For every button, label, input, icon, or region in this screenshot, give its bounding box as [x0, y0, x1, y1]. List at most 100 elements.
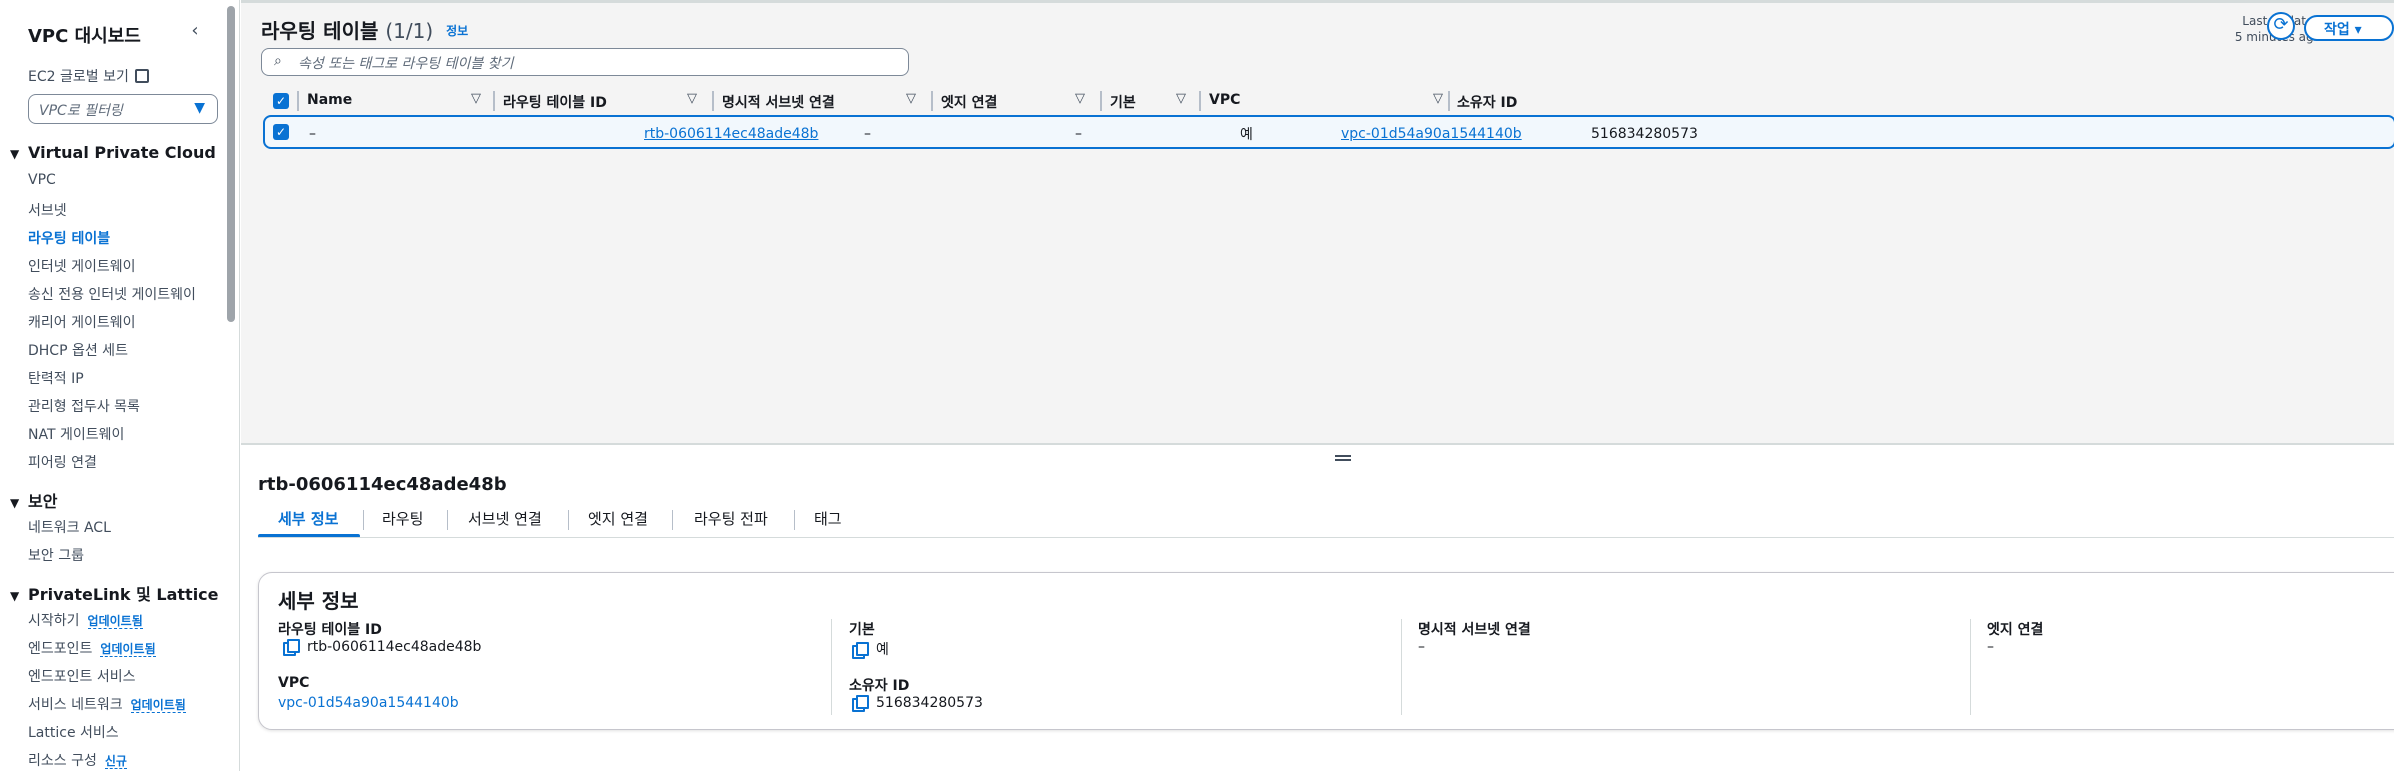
sidebar-section-vpc[interactable]: ▼ Virtual Private Cloud	[10, 143, 216, 162]
sidebar-item-internet-gateways[interactable]: 인터넷 게이트웨이	[28, 256, 136, 276]
main-label: 기본	[849, 622, 875, 638]
column-divider[interactable]	[1448, 91, 1450, 111]
drag-handle-icon[interactable]	[1335, 455, 1351, 461]
tab-edge-associations[interactable]: 엣지 연결	[588, 508, 648, 529]
row-checkbox[interactable]: ✓	[273, 124, 289, 140]
page-title-text: 라우팅 테이블	[261, 19, 379, 43]
explicit-subnet-label: 명시적 서브넷 연결	[1418, 622, 1531, 638]
sort-icon[interactable]: ▽	[1075, 91, 1085, 106]
column-header-label: 명시적 서브넷 연결	[722, 95, 835, 111]
edge-value: –	[1987, 639, 1994, 655]
chevron-left-icon[interactable]: ‹	[184, 20, 206, 42]
sidebar-item-prefix-lists[interactable]: 관리형 접두사 목록	[28, 396, 140, 416]
tab-divider	[794, 510, 795, 530]
column-header-explicit-subnet[interactable]: 명시적 서브넷 연결 ▽	[722, 89, 922, 113]
owner-id-text: 516834280573	[876, 695, 983, 711]
sidebar-item-label: 리소스 구성	[28, 753, 97, 769]
select-all-checkbox[interactable]: ✓	[273, 93, 289, 109]
tab-details[interactable]: 세부 정보	[278, 508, 338, 529]
column-divider[interactable]	[1199, 91, 1201, 111]
sort-icon[interactable]: ▽	[906, 91, 916, 106]
column-divider[interactable]	[712, 91, 714, 111]
column-header-route-table-id[interactable]: 라우팅 테이블 ID ▽	[503, 89, 703, 113]
sidebar-item-label: 서비스 네트워크	[28, 697, 123, 713]
vpc-value-link[interactable]: vpc-01d54a90a1544140b	[278, 695, 459, 711]
actions-button[interactable]: 작업 ▾	[2304, 15, 2394, 41]
sort-icon[interactable]: ▽	[1433, 91, 1443, 106]
column-divider[interactable]	[931, 91, 933, 111]
sidebar-item-vpc[interactable]: VPC	[28, 172, 56, 188]
table-row[interactable]: ✓ – rtb-0606114ec48ade48b – – 예 vpc-01d5…	[263, 115, 2394, 149]
column-divider[interactable]	[297, 91, 299, 111]
tab-tags[interactable]: 태그	[814, 508, 842, 529]
sort-icon[interactable]: ▽	[687, 91, 697, 106]
sort-icon[interactable]: ▽	[471, 91, 481, 106]
sidebar-item-route-tables[interactable]: 라우팅 테이블	[28, 228, 110, 248]
column-header-main[interactable]: 기본 ▽	[1110, 89, 1192, 113]
sidebar-item-network-acls[interactable]: 네트워크 ACL	[28, 517, 111, 537]
page-title: 라우팅 테이블 (1/1) 정보	[261, 15, 468, 44]
tab-routes[interactable]: 라우팅	[382, 508, 423, 529]
new-badge: 신규	[104, 754, 127, 769]
updated-badge: 업데이트됨	[130, 698, 186, 713]
sidebar-title[interactable]: VPC 대시보드	[28, 22, 141, 48]
column-header-label: VPC	[1209, 92, 1241, 108]
tab-route-propagation[interactable]: 라우팅 전파	[694, 508, 768, 529]
column-header-name[interactable]: Name ▽	[307, 89, 487, 113]
search-input[interactable]: ⌕ 속성 또는 태그로 라우팅 테이블 찾기	[261, 48, 909, 76]
vpc-id-link[interactable]: vpc-01d54a90a1544140b	[1341, 126, 1522, 142]
refresh-button[interactable]: ⟳	[2267, 12, 2295, 40]
sidebar-item-elastic-ips[interactable]: 탄력적 IP	[28, 368, 84, 388]
tab-divider	[447, 510, 448, 530]
column-header-edge[interactable]: 엣지 연결 ▽	[941, 89, 1091, 113]
sidebar-section-security[interactable]: ▼ 보안	[10, 488, 57, 512]
sidebar-item-label: 엔드포인트	[28, 641, 93, 657]
sidebar-section-privatelink[interactable]: ▼ PrivateLink 및 Lattice	[10, 581, 219, 605]
sidebar-link-label: EC2 글로벌 보기	[28, 69, 129, 85]
sidebar-item-peering-connections[interactable]: 피어링 연결	[28, 452, 97, 472]
caret-down-icon: ▼	[10, 147, 20, 161]
sidebar-item-dhcp-options[interactable]: DHCP 옵션 세트	[28, 340, 128, 360]
route-table-id-text: rtb-0606114ec48ade48b	[307, 639, 482, 655]
info-link[interactable]: 정보	[446, 24, 468, 38]
column-divider[interactable]	[493, 91, 495, 111]
copy-icon[interactable]	[852, 695, 869, 712]
sidebar-item-subnets[interactable]: 서브넷	[28, 200, 67, 220]
details-card: 세부 정보 라우팅 테이블 ID rtb-0606114ec48ade48b V…	[258, 572, 2394, 730]
sidebar-item-getting-started[interactable]: 시작하기 업데이트됨	[28, 610, 143, 630]
split-panel-divider[interactable]	[241, 443, 2394, 445]
refresh-icon: ⟳	[2273, 14, 2289, 35]
sidebar-item-nat-gateways[interactable]: NAT 게이트웨이	[28, 424, 124, 444]
column-header-label: Name	[307, 92, 353, 108]
sidebar-item-lattice-services[interactable]: Lattice 서비스	[28, 722, 119, 742]
sidebar-item-carrier-gateways[interactable]: 캐리어 게이트웨이	[28, 312, 136, 332]
external-link-icon	[134, 69, 149, 83]
tab-subnet-associations[interactable]: 서브넷 연결	[468, 508, 542, 529]
column-header-owner-id[interactable]: 소유자 ID	[1457, 89, 1657, 113]
sidebar-item-endpoint-services[interactable]: 엔드포인트 서비스	[28, 666, 136, 686]
sidebar-item-egress-only-igw[interactable]: 송신 전용 인터넷 게이트웨이	[28, 284, 196, 304]
last-updated-time: 5 minutes ago	[2234, 30, 2321, 44]
route-table-id-link[interactable]: rtb-0606114ec48ade48b	[644, 126, 818, 142]
column-header-vpc[interactable]: VPC ▽	[1209, 89, 1449, 113]
sort-icon[interactable]: ▽	[1176, 91, 1186, 106]
column-divider[interactable]	[1100, 91, 1102, 111]
caret-down-icon: ▼	[194, 100, 205, 116]
card-title: 세부 정보	[278, 589, 359, 613]
sidebar-item-service-networks[interactable]: 서비스 네트워크 업데이트됨	[28, 694, 186, 714]
sidebar-link-ec2-global-view[interactable]: EC2 글로벌 보기	[28, 66, 149, 86]
tabs-baseline	[258, 537, 2394, 538]
copy-icon[interactable]	[283, 639, 300, 656]
route-table-id-value: rtb-0606114ec48ade48b	[283, 639, 482, 656]
column-header-label: 엣지 연결	[941, 95, 998, 111]
sidebar-item-security-groups[interactable]: 보안 그룹	[28, 545, 84, 565]
sidebar-item-endpoints[interactable]: 엔드포인트 업데이트됨	[28, 638, 156, 658]
sidebar-scrollbar[interactable]	[227, 6, 235, 322]
column-divider	[831, 619, 832, 715]
copy-icon[interactable]	[852, 642, 869, 659]
sidebar-item-resource-configurations[interactable]: 리소스 구성 신규	[28, 750, 127, 770]
column-divider	[1401, 619, 1402, 715]
vpc-filter-select[interactable]: VPC로 필터링 ▼	[28, 94, 218, 124]
selection-count: (1/1)	[385, 19, 434, 43]
search-placeholder: 속성 또는 태그로 라우팅 테이블 찾기	[298, 56, 514, 72]
